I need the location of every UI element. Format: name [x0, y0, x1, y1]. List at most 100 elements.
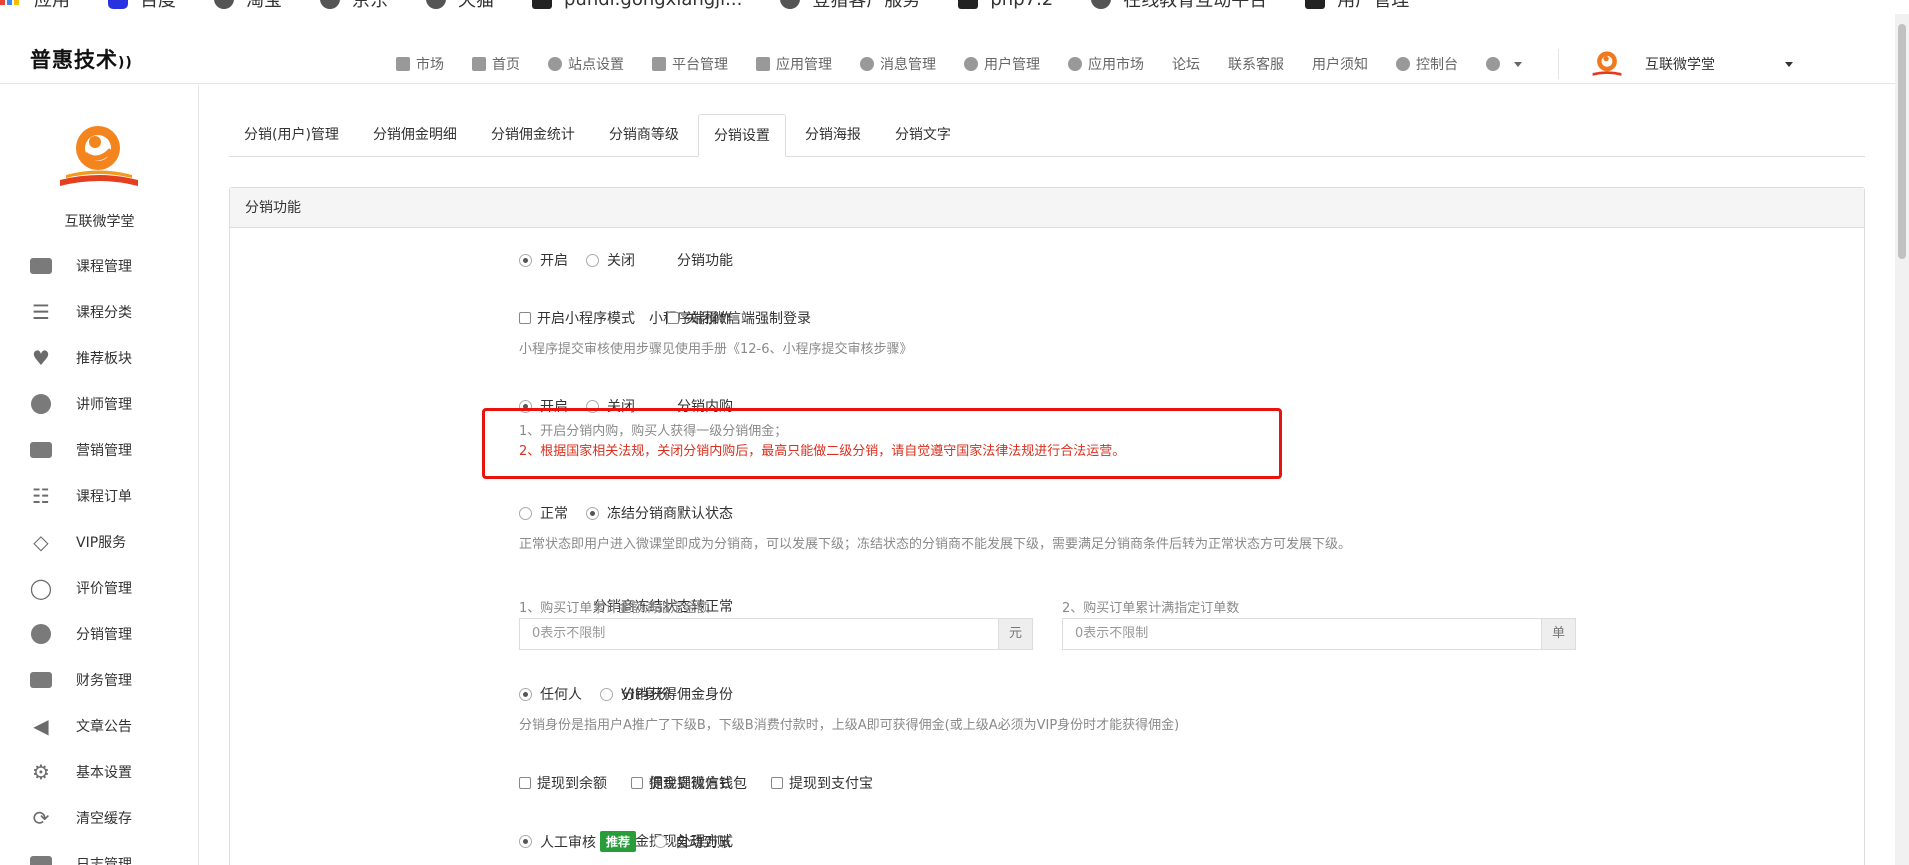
sidebar-item-logs[interactable]: 日志管理 — [0, 841, 199, 865]
money-icon — [28, 670, 54, 690]
nav-messages[interactable]: 消息管理 — [860, 54, 936, 74]
feature-radios: 开启 关闭 — [519, 250, 653, 270]
nav-divider — [1558, 49, 1559, 79]
baidu-icon — [108, 0, 128, 9]
sidebar-brand-name: 互联微学堂 — [64, 214, 135, 230]
sidebar: 互联微学堂 课程管理 ☰ 课程分类 ♥ 推荐板块 讲师管理 营销管理 ☷ 课程订单 ◇… — [0, 85, 199, 865]
miniapp-mode-checkbox[interactable]: 开启小程序模式 — [519, 308, 635, 328]
cubes-icon — [756, 57, 770, 71]
status-frozen-radio[interactable]: 冻结 — [586, 503, 635, 523]
sidebar-item-teachers[interactable]: 讲师管理 — [0, 381, 199, 427]
tab-commission-stats[interactable]: 分销佣金统计 — [476, 114, 590, 156]
nav-forum[interactable]: 论坛 — [1172, 54, 1200, 74]
nav-users[interactable]: 用户管理 — [964, 54, 1040, 74]
scrollbar-thumb[interactable] — [1898, 24, 1906, 259]
sidebar-item-settings[interactable]: ⚙ 基本设置 — [0, 749, 199, 795]
users-icon — [964, 57, 978, 71]
identity-vip-radio[interactable]: VIP身份 — [600, 684, 671, 704]
nav-user-notice[interactable]: 用户须知 — [1312, 54, 1368, 74]
orders-unit: 单 — [1542, 618, 1576, 650]
scrollbar[interactable] — [1895, 14, 1909, 865]
sidebar-item-orders[interactable]: ☷ 课程订单 — [0, 473, 199, 519]
tab-distributor-levels[interactable]: 分销商等级 — [594, 114, 694, 156]
nav-console[interactable]: 控制台 — [1396, 54, 1458, 74]
bookmark-taobao[interactable]: 淘宝 — [214, 0, 282, 12]
nav-site-settings[interactable]: 站点设置 — [548, 54, 624, 74]
nav-home[interactable]: 首页 — [472, 54, 520, 74]
feature-off-radio[interactable]: 关闭 — [586, 250, 635, 270]
bookmark-service[interactable]: 登猎客广服务 — [780, 0, 920, 12]
miniapp-help: 小程序提交审核使用步骤见使用手册《12-6、小程序提交审核步骤》 — [519, 342, 913, 357]
teacher-icon — [28, 394, 54, 414]
sidebar-item-reviews[interactable]: ◯ 评价管理 — [0, 565, 199, 611]
bookmark-edu[interactable]: 在线教育互动平台 — [1091, 0, 1267, 12]
withdraw-wechat-checkbox[interactable]: 提现到微信钱包 — [631, 773, 747, 793]
bookmark-tmall[interactable]: 天猫 — [426, 0, 494, 12]
bookmark-php[interactable]: php7.2 — [958, 0, 1053, 10]
nav-support[interactable]: 联系客服 — [1228, 54, 1284, 74]
asterisk-icon — [1068, 57, 1082, 71]
tab-distribution-text[interactable]: 分销文字 — [880, 114, 966, 156]
nav-app-market[interactable]: 应用市场 — [1068, 54, 1144, 74]
sidebar-item-vip[interactable]: ◇ VIP服务 — [0, 519, 199, 565]
amount-input[interactable]: 0表示不限制 — [519, 618, 999, 650]
wechat-force-login-checkbox[interactable]: 关闭微信端强制登录 — [667, 308, 811, 328]
bookmark-user[interactable]: 用广管理 — [1305, 0, 1409, 12]
status-help: 正常状态即用户进入微课堂即成为分销商，可以发展下级；冻结状态的分销商不能发展下级… — [519, 537, 1352, 552]
nav-user-menu[interactable] — [1486, 57, 1522, 71]
bookmark-jd[interactable]: 京东 — [320, 0, 388, 12]
volume-icon: ◀ — [33, 714, 49, 738]
recommend-badge: 推荐 — [600, 831, 637, 852]
sidebar-item-categories[interactable]: ☰ 课程分类 — [0, 289, 199, 335]
sidebar-item-marketing[interactable]: 营销管理 — [0, 427, 199, 473]
withdraw-checkboxes: 提现到余额 提现到微信钱包 提现到支付宝 — [519, 773, 891, 793]
nav-platform[interactable]: 平台管理 — [652, 54, 728, 74]
list-icon: ☰ — [32, 300, 50, 324]
sidebar-item-courses[interactable]: 课程管理 — [0, 243, 199, 289]
users-icon — [28, 624, 54, 644]
user-icon — [1486, 57, 1500, 71]
identity-anyone-radio[interactable]: 任何人 — [519, 684, 582, 704]
ordered-list-icon: ☷ — [32, 484, 50, 508]
feature-on-radio[interactable]: 开启 — [519, 250, 568, 270]
bookmark-apps[interactable]: 应用 — [0, 0, 70, 12]
lock-icon — [396, 57, 410, 71]
globe-icon — [780, 0, 801, 9]
withdraw-balance-checkbox[interactable]: 提现到余额 — [519, 773, 607, 793]
status-radios: 正常 冻结 — [519, 503, 653, 523]
sidebar-item-distribution[interactable]: 分销管理 — [0, 611, 199, 657]
gear-icon: ⚙ — [32, 760, 50, 784]
status-normal-radio[interactable]: 正常 — [519, 503, 568, 523]
sidebar-item-recommend[interactable]: ♥ 推荐板块 — [0, 335, 199, 381]
save-icon — [28, 854, 54, 865]
site-logo[interactable]: 普惠技术)) — [30, 44, 133, 74]
sidebar-item-articles[interactable]: ◀ 文章公告 — [0, 703, 199, 749]
process-auto-radio[interactable]: 自动到账 — [654, 832, 731, 852]
page-icon — [958, 0, 979, 9]
field-label: 分销功能 — [677, 253, 733, 269]
orders-input[interactable]: 0表示不限制 — [1062, 618, 1542, 650]
home-icon — [472, 57, 486, 71]
amount-input-group: 0表示不限制 元 — [519, 618, 1033, 650]
graduation-cap-icon — [28, 256, 54, 276]
tab-distribution-poster[interactable]: 分销海报 — [790, 114, 876, 156]
gift-icon — [28, 440, 54, 460]
withdraw-alipay-checkbox[interactable]: 提现到支付宝 — [771, 773, 873, 793]
tab-distribution-users[interactable]: 分销(用户)管理 — [229, 114, 354, 156]
tab-commission-detail[interactable]: 分销佣金明细 — [358, 114, 472, 156]
bookmark-pundi[interactable]: pundi.gongxiangji... — [532, 0, 742, 10]
amount-unit: 元 — [999, 618, 1033, 650]
globe-icon — [426, 0, 446, 9]
withdraw-process-radios: 人工审核 推荐 自动到账 — [519, 831, 749, 852]
process-manual-radio[interactable]: 人工审核 推荐 — [519, 831, 637, 852]
sidebar-item-clear-cache[interactable]: ⟳ 清空缓存 — [0, 795, 199, 841]
tab-bar: 分销(用户)管理 分销佣金明细 分销佣金统计 分销商等级 分销设置 分销海报 分… — [229, 114, 1865, 157]
sidebar-item-finance[interactable]: 财务管理 — [0, 657, 199, 703]
bookmark-baidu[interactable]: 百度 — [108, 0, 176, 12]
account-switcher[interactable]: 互联微学堂 — [1589, 46, 1793, 82]
tab-distribution-settings[interactable]: 分销设置 — [697, 114, 786, 157]
nav-app-manage[interactable]: 应用管理 — [756, 54, 832, 74]
nav-market[interactable]: 市场 — [396, 54, 444, 74]
chevron-down-icon — [1785, 61, 1793, 67]
bell-icon — [860, 57, 874, 71]
